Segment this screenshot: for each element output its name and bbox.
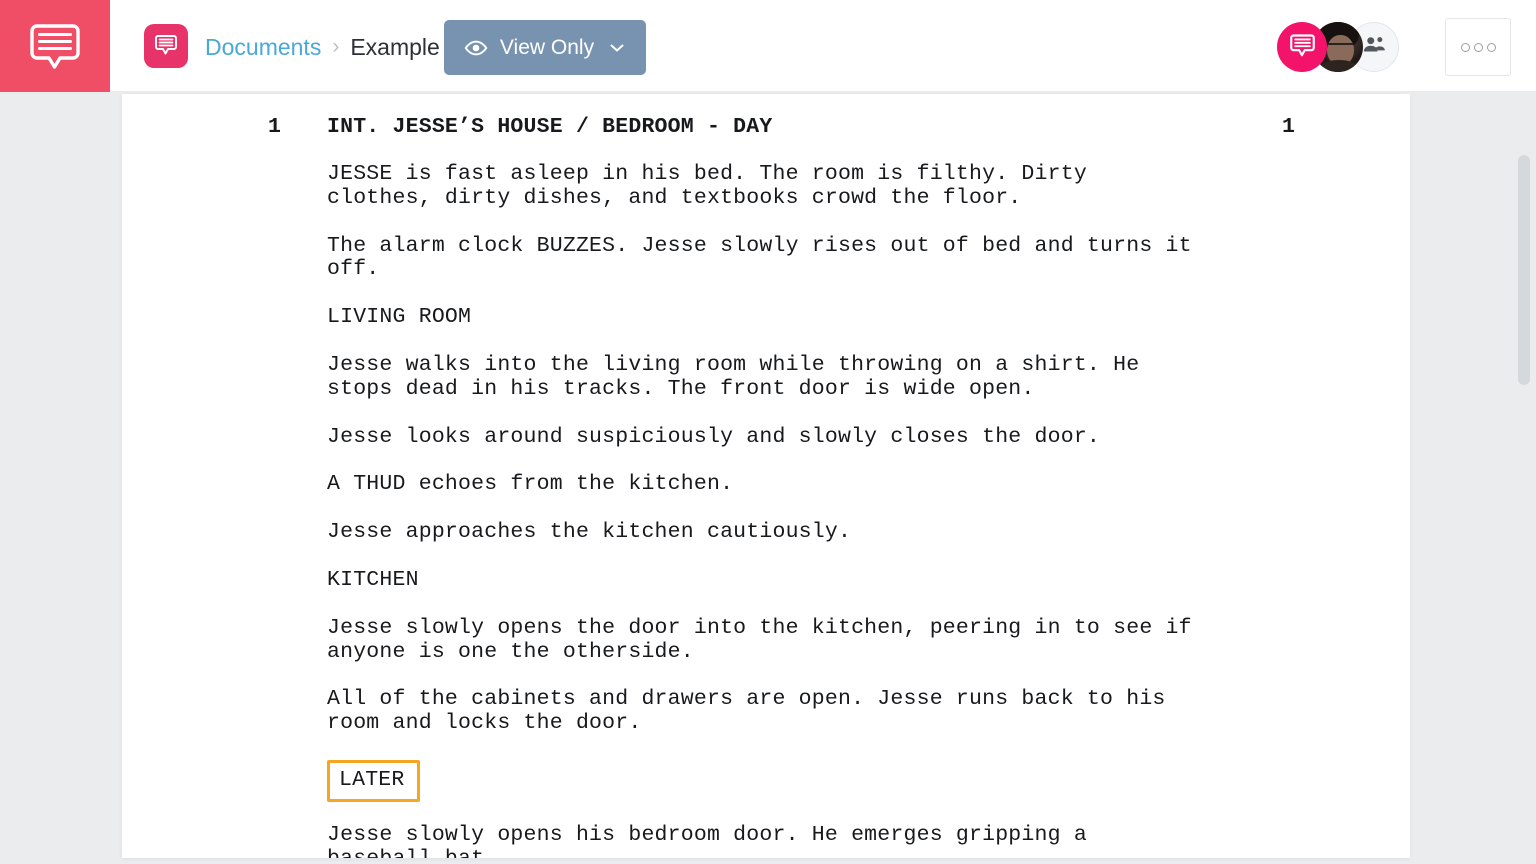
action-block[interactable]: JESSE is fast asleep in his bed. The roo… [122,162,1277,211]
avatar-glasses [1328,43,1353,50]
scene-heading-row: 1 INT. JESSE’S HOUSE / BEDROOM - DAY 1 [122,115,1410,142]
app-window: Documents › Example View Only 1 INT. JES… [0,0,1536,864]
scene-slugline: INT. JESSE’S HOUSE / BEDROOM - DAY [327,115,773,139]
breadcrumb-separator-icon: › [332,35,340,58]
highlighted-action-block[interactable]: LATER [327,759,420,802]
ellipsis-icon [1486,42,1496,52]
chevron-down-icon [608,39,626,57]
document-type-icon[interactable] [144,24,188,68]
scene-number-right: 1 [1282,115,1296,139]
vertical-scrollbar[interactable] [1518,92,1530,864]
speech-bubble-icon [154,32,178,61]
breadcrumb-item-current: Example [350,33,440,60]
collaborator-avatars [1277,22,1399,72]
document-page[interactable]: 1 INT. JESSE’S HOUSE / BEDROOM - DAY 1 J… [122,94,1410,858]
scene-number-left: 1 [268,115,282,139]
action-block[interactable]: The alarm clock BUZZES. Jesse slowly ris… [122,234,1277,283]
more-options-button[interactable] [1445,18,1511,76]
add-people-icon [1361,32,1387,63]
action-block[interactable]: LIVING ROOM [122,305,1277,330]
action-block[interactable]: A THUD echoes from the kitchen. [122,473,1277,497]
ellipsis-icon [1460,42,1470,52]
action-block[interactable]: Jesse looks around suspiciously and slow… [122,425,1277,450]
breadcrumb: Documents › Example [205,30,440,64]
action-block[interactable]: Jesse approaches the kitchen cautiously. [122,520,1277,545]
view-mode-button[interactable]: View Only [444,20,646,75]
action-block[interactable]: Jesse slowly opens his bedroom door. He … [122,823,1277,858]
comments-avatar[interactable] [1277,22,1327,72]
action-block[interactable]: KITCHEN [122,568,1277,593]
avatar-shoulder [1319,60,1359,72]
chat-bubble-icon [1289,31,1316,63]
ellipsis-icon [1473,42,1483,52]
eye-icon [464,36,488,60]
breadcrumb-item-documents[interactable]: Documents [205,34,321,61]
document-canvas: 1 INT. JESSE’S HOUSE / BEDROOM - DAY 1 J… [0,92,1536,864]
app-logo[interactable] [0,0,110,92]
scrollbar-thumb[interactable] [1518,155,1530,385]
action-block[interactable]: All of the cabinets and drawers are open… [122,688,1277,736]
screenplay-content: 1 INT. JESSE’S HOUSE / BEDROOM - DAY 1 J… [122,115,1410,858]
speech-bubble-logo-icon [26,17,84,75]
view-mode-label: View Only [499,35,595,59]
action-block[interactable]: Jesse slowly opens the door into the kit… [122,616,1277,665]
action-block[interactable]: Jesse walks into the living room while t… [122,353,1277,402]
app-header: Documents › Example View Only [0,0,1536,92]
highlighted-block-row: LATER [122,759,1410,824]
